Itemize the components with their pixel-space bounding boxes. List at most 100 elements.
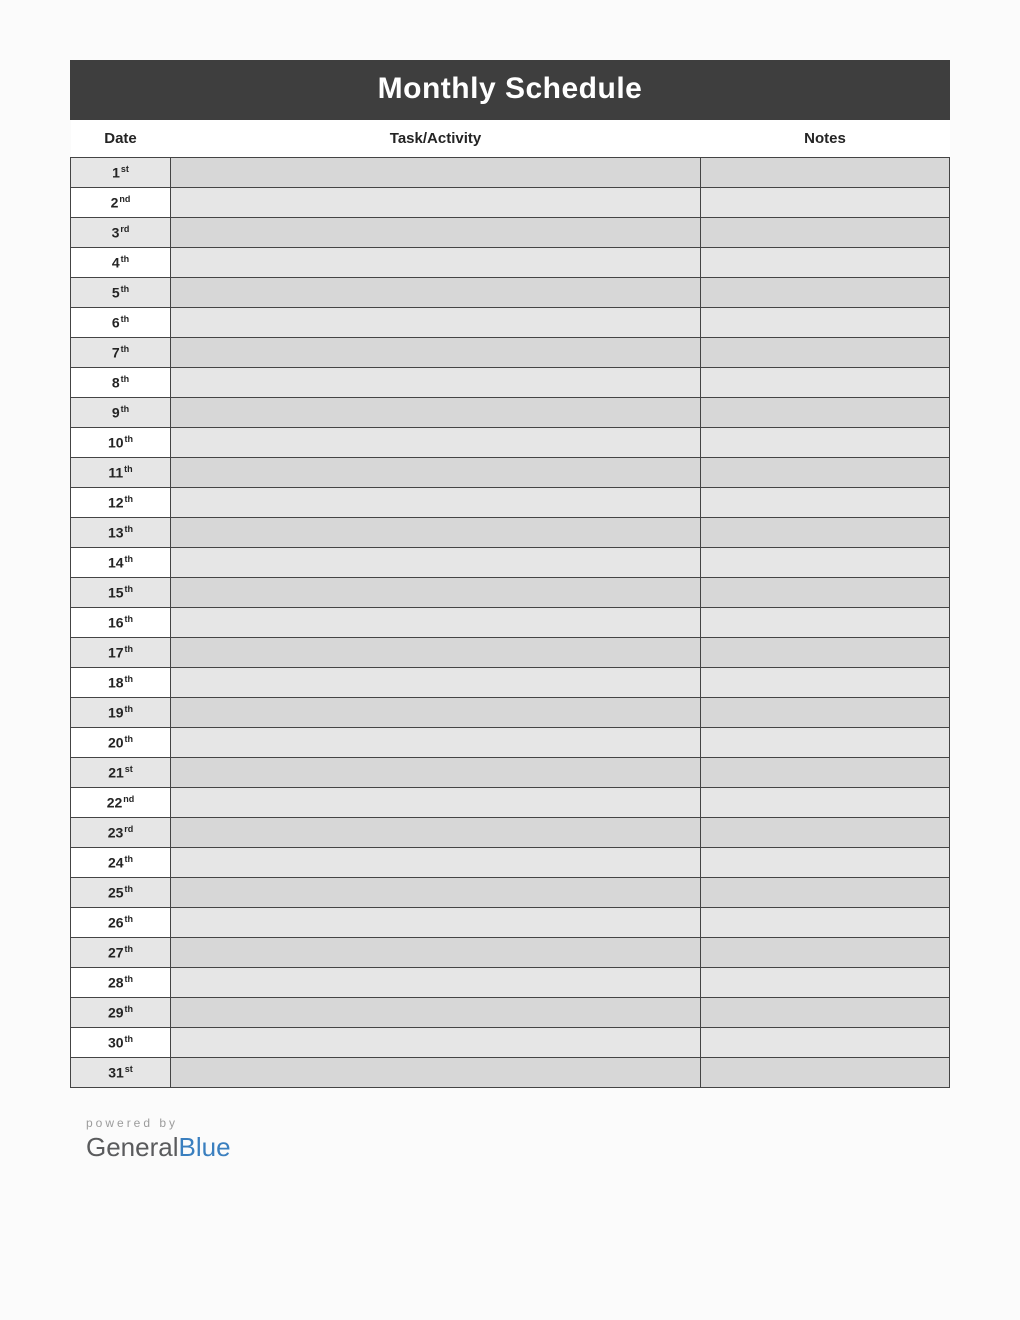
notes-cell[interactable] [701,308,950,338]
notes-cell[interactable] [701,848,950,878]
task-cell[interactable] [171,908,701,938]
date-number: 16 [108,615,124,631]
notes-cell[interactable] [701,908,950,938]
notes-cell[interactable] [701,668,950,698]
task-cell[interactable] [171,548,701,578]
date-cell: 8th [71,368,171,398]
date-suffix: th [125,494,134,504]
date-cell: 18th [71,668,171,698]
date-suffix: th [125,524,134,534]
task-cell[interactable] [171,788,701,818]
task-cell[interactable] [171,458,701,488]
task-cell[interactable] [171,668,701,698]
task-cell[interactable] [171,638,701,668]
table-row: 13th [71,518,950,548]
task-cell[interactable] [171,938,701,968]
table-row: 26th [71,908,950,938]
task-cell[interactable] [171,968,701,998]
brand-part1: General [86,1132,179,1162]
date-number: 27 [108,945,124,961]
date-number: 21 [108,765,124,781]
notes-cell[interactable] [701,518,950,548]
notes-cell[interactable] [701,728,950,758]
col-header-notes: Notes [701,120,950,158]
task-cell[interactable] [171,878,701,908]
notes-cell[interactable] [701,158,950,188]
table-row: 25th [71,878,950,908]
notes-cell[interactable] [701,878,950,908]
date-cell: 7th [71,338,171,368]
table-row: 28th [71,968,950,998]
notes-cell[interactable] [701,428,950,458]
notes-cell[interactable] [701,278,950,308]
table-row: 7th [71,338,950,368]
task-cell[interactable] [171,848,701,878]
date-number: 18 [108,675,124,691]
task-cell[interactable] [171,818,701,848]
task-cell[interactable] [171,158,701,188]
task-cell[interactable] [171,278,701,308]
date-cell: 3rd [71,218,171,248]
date-cell: 2nd [71,188,171,218]
notes-cell[interactable] [701,218,950,248]
notes-cell[interactable] [701,698,950,728]
notes-cell[interactable] [701,1058,950,1088]
notes-cell[interactable] [701,398,950,428]
notes-cell[interactable] [701,938,950,968]
notes-cell[interactable] [701,638,950,668]
table-row: 23rd [71,818,950,848]
notes-cell[interactable] [701,248,950,278]
task-cell[interactable] [171,998,701,1028]
date-number: 28 [108,975,124,991]
date-suffix: rd [124,824,133,834]
task-cell[interactable] [171,248,701,278]
task-cell[interactable] [171,218,701,248]
notes-cell[interactable] [701,338,950,368]
task-cell[interactable] [171,698,701,728]
task-cell[interactable] [171,338,701,368]
table-row: 9th [71,398,950,428]
date-suffix: th [125,734,134,744]
table-row: 10th [71,428,950,458]
notes-cell[interactable] [701,578,950,608]
date-suffix: st [121,164,129,174]
task-cell[interactable] [171,758,701,788]
task-cell[interactable] [171,1058,701,1088]
table-row: 2nd [71,188,950,218]
date-number: 13 [108,525,124,541]
date-number: 1 [112,165,120,181]
notes-cell[interactable] [701,488,950,518]
notes-cell[interactable] [701,818,950,848]
notes-cell[interactable] [701,758,950,788]
brand-logo: GeneralBlue [86,1132,950,1163]
task-cell[interactable] [171,308,701,338]
task-cell[interactable] [171,608,701,638]
task-cell[interactable] [171,488,701,518]
task-cell[interactable] [171,1028,701,1058]
notes-cell[interactable] [701,1028,950,1058]
date-number: 19 [108,705,124,721]
task-cell[interactable] [171,398,701,428]
table-row: 1st [71,158,950,188]
date-number: 24 [108,855,124,871]
notes-cell[interactable] [701,368,950,398]
notes-cell[interactable] [701,188,950,218]
task-cell[interactable] [171,188,701,218]
task-cell[interactable] [171,428,701,458]
table-row: 16th [71,608,950,638]
notes-cell[interactable] [701,458,950,488]
notes-cell[interactable] [701,998,950,1028]
notes-cell[interactable] [701,608,950,638]
table-row: 14th [71,548,950,578]
date-suffix: th [125,674,134,684]
notes-cell[interactable] [701,788,950,818]
task-cell[interactable] [171,728,701,758]
table-row: 24th [71,848,950,878]
task-cell[interactable] [171,368,701,398]
table-row: 5th [71,278,950,308]
date-suffix: th [121,314,130,324]
task-cell[interactable] [171,518,701,548]
task-cell[interactable] [171,578,701,608]
notes-cell[interactable] [701,548,950,578]
notes-cell[interactable] [701,968,950,998]
